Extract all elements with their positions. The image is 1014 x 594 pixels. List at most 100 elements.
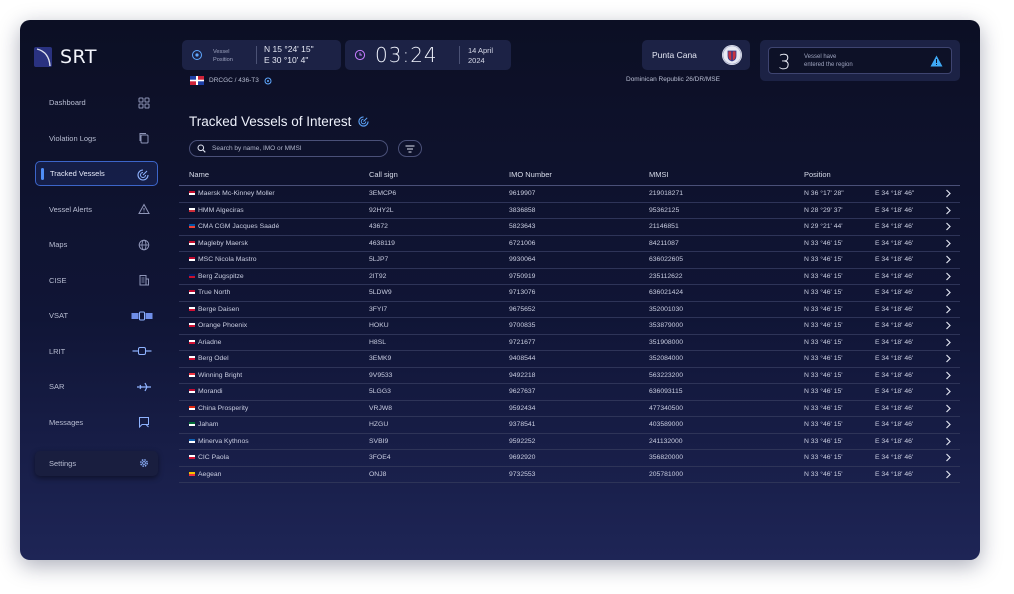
chevron-right-icon[interactable]	[944, 470, 952, 479]
chevron-right-icon[interactable]	[944, 239, 952, 248]
sidebar-item-maps[interactable]: Maps	[35, 232, 158, 257]
chevron-right-icon[interactable]	[944, 338, 952, 347]
chevron-right-icon[interactable]	[944, 321, 952, 330]
vessel-position-card: Vessel Position N 15 °24' 15" E 30 °10' …	[182, 40, 341, 70]
table-row[interactable]: China Prosperity VRJW8 9592434 477340500 N 3…	[179, 401, 960, 417]
table-row[interactable]: CMA CGM Jacques Saadé 43672 5823643 2114685…	[179, 219, 960, 236]
vessel-name: Ariadne	[189, 339, 221, 346]
flag-pa-icon	[189, 455, 195, 459]
chevron-right-icon[interactable]	[944, 354, 952, 363]
sidebar-item-label: LRIT	[49, 346, 66, 356]
vessel-mmsi: 353879000	[649, 322, 684, 329]
divider	[256, 46, 257, 64]
vessel-name-text: Minerva Kythnos	[198, 437, 249, 445]
column-header-name[interactable]: Name	[189, 170, 209, 179]
vessel-name-text: Orange Phoenix	[198, 322, 248, 329]
filter-button[interactable]	[398, 140, 422, 157]
vessel-name-text: CMA CGM Jacques Saadé	[198, 223, 280, 230]
sidebar-item-cise[interactable]: CISE	[35, 268, 158, 293]
flag-lr-icon	[189, 389, 195, 393]
flag-lr-icon	[189, 290, 195, 294]
column-header-call-sign[interactable]: Call sign	[369, 170, 398, 179]
table-row[interactable]: Berg Odel 3EMK9 9408544 352084000 N 33 °46' …	[179, 351, 960, 368]
column-header-position[interactable]: Position	[804, 170, 831, 179]
sidebar-item-label: SAR	[49, 382, 65, 391]
table-row[interactable]: Jaham HZGU 9378541 403589000 N 33 °46' 15' E …	[179, 417, 960, 434]
vessel-name-text: Morandi	[198, 388, 223, 395]
message-icon	[137, 416, 150, 429]
vessel-imo: 6721006	[509, 239, 536, 247]
vessel-latitude: N 33 °46' 15'	[804, 338, 843, 346]
vessel-name-text: CIC Paola	[198, 454, 229, 461]
brand-logo[interactable]: SRT	[34, 45, 97, 69]
table-row[interactable]: Berge Daisen 3FYI7 9675652 352001030 N 33 °4…	[179, 302, 960, 318]
vessel-call-sign: H8SL	[369, 338, 387, 346]
chevron-right-icon[interactable]	[944, 371, 952, 380]
chevron-right-icon[interactable]	[944, 437, 952, 446]
vessel-call-sign: 5LJP7	[369, 256, 389, 263]
app-window: SRT Dashboard Violation Logs Tracked Ves…	[20, 20, 980, 560]
sidebar-item-sar[interactable]: SAR	[35, 374, 158, 399]
vessel-latitude: N 33 °46' 15'	[804, 454, 843, 461]
table-row[interactable]: CIC Paola 3FOE4 9692920 356820000 N 33 °46' …	[179, 450, 960, 467]
vessel-longitude: E 34 °18' 46'	[875, 371, 914, 379]
table-row[interactable]: HMM Algeciras 92HY2L 3836858 95362125 N 28 °…	[179, 203, 960, 219]
satellite-small-icon	[132, 345, 152, 358]
vessel-call-sign: 3EMCP6	[369, 190, 397, 197]
vessel-imo: 9592252	[509, 437, 536, 445]
table-row[interactable]: Berg Zugspitze 2IT92 9750919 235112622 N 33 …	[179, 269, 960, 285]
table-row[interactable]: MSC Nicola Mastro 5LJP7 9930064 636022605 N …	[179, 252, 960, 269]
column-header-mmsi[interactable]: MMSI	[649, 170, 669, 179]
vessel-mmsi: 241132000	[649, 437, 683, 445]
chevron-right-icon[interactable]	[944, 387, 952, 396]
sidebar-item-label: VSAT	[49, 311, 69, 320]
column-header-imo[interactable]: IMO Number	[509, 170, 552, 179]
vessel-name-text: Berge Daisen	[198, 305, 240, 313]
table-row[interactable]: Orange Phoenix HOKU 9700835 353879000 N 33 °…	[179, 318, 960, 335]
table-row[interactable]: Minerva Kythnos SVBI9 9592252 241132000 N 33…	[179, 434, 960, 450]
vessel-mmsi: 21146851	[649, 223, 679, 230]
location-card[interactable]: Punta Cana	[642, 40, 750, 70]
sidebar-item-dashboard[interactable]: Dashboard	[35, 90, 158, 115]
vessel-name-text: Jaham	[198, 421, 219, 428]
sidebar-item-vsat[interactable]: VSAT	[35, 303, 158, 328]
vessel-latitude: N 29 °21' 44'	[804, 223, 843, 230]
sidebar-item-vessel-alerts[interactable]: Vessel Alerts	[35, 197, 158, 222]
table-row[interactable]: Maersk Mc-Kinney Moller 3EMCP6 9619907 2190…	[179, 186, 960, 203]
alert-card[interactable]: 3 Vessel have entered the region	[760, 40, 960, 81]
search-input[interactable]	[212, 142, 382, 155]
chevron-right-icon[interactable]	[944, 288, 952, 297]
chevron-right-icon[interactable]	[944, 404, 952, 413]
sidebar-item-lrit[interactable]: LRIT	[35, 339, 158, 364]
sidebar-item-messages[interactable]: Messages	[35, 410, 158, 435]
vessel-mmsi: 636093115	[649, 388, 683, 395]
chevron-right-icon[interactable]	[944, 222, 952, 231]
vessel-latitude: N 36 °17' 28"	[804, 190, 844, 197]
vessel-call-sign: 4638119	[369, 239, 395, 247]
sidebar-item-tracked-vessels[interactable]: Tracked Vessels	[35, 161, 158, 186]
table-row[interactable]: Morandi 5LGG3 9627637 636093115 N 33 °46' 15…	[179, 384, 960, 401]
chevron-right-icon[interactable]	[944, 206, 952, 215]
table-row[interactable]: Winning Bright 9V9533 9492218 563223200 N 33…	[179, 368, 960, 384]
table-row[interactable]: Aegean ONJ8 9732553 205781000 N 33 °46' 15' E…	[179, 467, 960, 483]
chevron-right-icon[interactable]	[944, 189, 952, 198]
vessel-imo: 9378541	[509, 421, 536, 428]
sidebar-item-violation-logs[interactable]: Violation Logs	[35, 126, 158, 151]
vessel-longitude: E 34 °18' 46'	[875, 272, 914, 280]
table-row[interactable]: Magleby Maersk 4638119 6721006 84211087 N 33…	[179, 236, 960, 252]
vessel-mmsi: 356820000	[649, 454, 684, 461]
vessel-longitude: E 34 °18' 46'	[875, 256, 914, 263]
vessel-longitude: E 34 °18' 46"	[875, 190, 915, 197]
search-box[interactable]	[189, 140, 388, 157]
chevron-right-icon[interactable]	[944, 255, 952, 264]
chevron-right-icon[interactable]	[944, 453, 952, 462]
sidebar-item-settings[interactable]: Settings	[35, 450, 158, 476]
chevron-right-icon[interactable]	[944, 305, 952, 314]
table-row[interactable]: True North 5LDW9 9713076 636021424 N 33 °46'…	[179, 285, 960, 302]
table-row[interactable]: Ariadne H8SL 9721677 351908000 N 33 °46' 15'…	[179, 335, 960, 351]
radar-icon	[358, 116, 369, 127]
chevron-right-icon[interactable]	[944, 272, 952, 281]
flag-dk-icon	[189, 240, 195, 245]
chevron-right-icon[interactable]	[944, 420, 952, 429]
vessel-name-text: Berg Zugspitze	[198, 272, 244, 280]
